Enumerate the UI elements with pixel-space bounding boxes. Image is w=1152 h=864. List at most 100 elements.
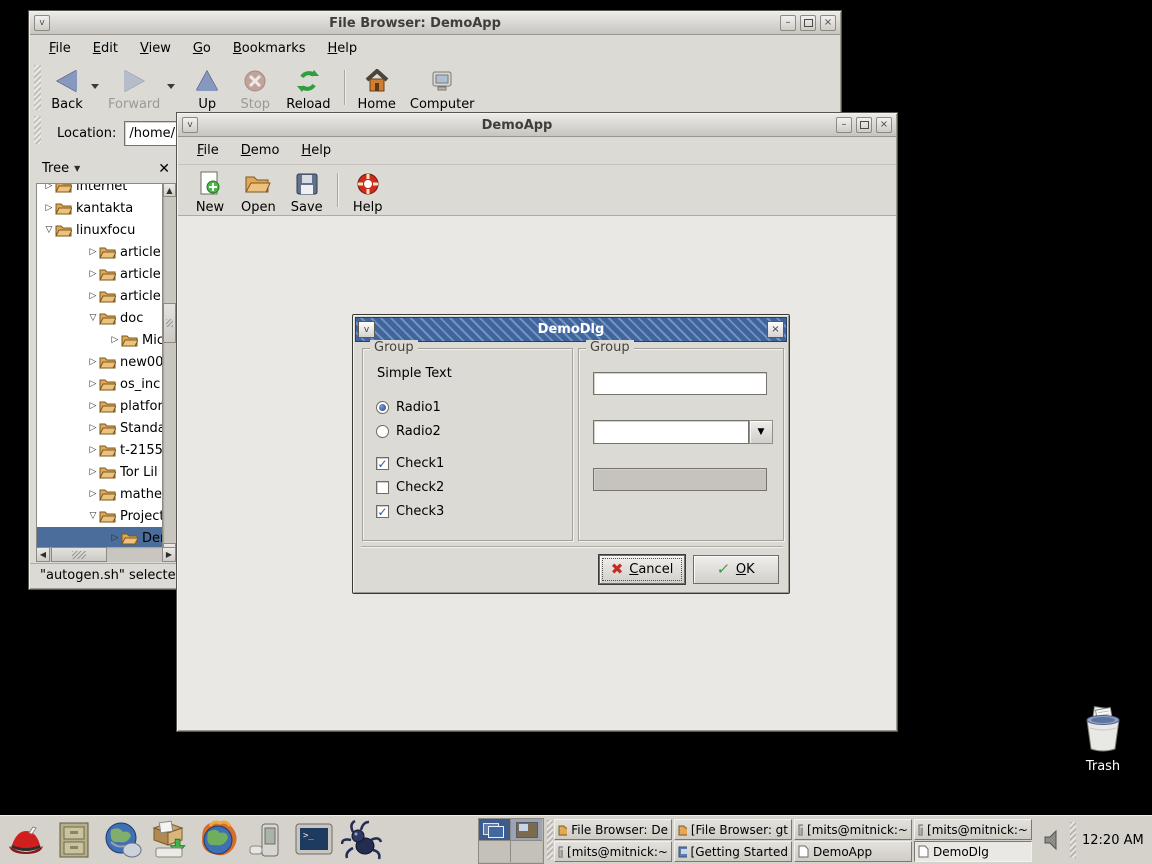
menu-file[interactable]: File (188, 140, 228, 161)
handheld-icon[interactable] (244, 819, 288, 861)
combo-entry[interactable] (593, 420, 749, 444)
task-button--file-browser-gt[interactable]: [File Browser: gt (674, 819, 792, 840)
file-cabinet-icon[interactable] (52, 819, 96, 861)
expander-icon[interactable]: ▷ (87, 489, 99, 499)
open-button[interactable]: Open (234, 165, 283, 219)
window-list-handle[interactable] (547, 820, 553, 860)
tree-item[interactable]: ▽Projects (37, 505, 162, 527)
combo-box[interactable]: ▼ (593, 420, 773, 444)
menu-help[interactable]: Help (292, 140, 340, 161)
minimize-icon[interactable]: – (836, 117, 852, 133)
mail-icon[interactable] (148, 819, 192, 861)
tree-item[interactable]: ▷platfor (37, 395, 162, 417)
workspace-3[interactable] (479, 841, 511, 862)
menu-bookmarks[interactable]: Bookmarks (224, 38, 315, 59)
expander-icon[interactable]: ▷ (109, 335, 121, 345)
workspace-1[interactable] (479, 819, 511, 841)
tree-item[interactable]: ▷internet (37, 183, 162, 197)
tree-item[interactable]: ▽doc (37, 307, 162, 329)
tree-item[interactable]: ▷article (37, 263, 162, 285)
maximize-icon[interactable] (800, 15, 816, 31)
tree-item[interactable]: ▷os_inc (37, 373, 162, 395)
workspace-2[interactable] (511, 819, 542, 841)
up-button[interactable]: Up (183, 62, 231, 116)
window-menu-icon[interactable]: v (182, 117, 198, 133)
workspace-4[interactable] (511, 841, 542, 862)
tree-item[interactable]: ▷Demo (37, 527, 162, 549)
radio1[interactable]: Radio1 (376, 400, 441, 415)
forward-button[interactable]: Forward (101, 62, 167, 116)
reload-button[interactable]: Reload (279, 62, 337, 116)
expander-icon[interactable]: ▷ (87, 467, 99, 477)
tree-item[interactable]: ▷Mic (37, 329, 162, 351)
task-button-demoapp[interactable]: DemoApp (794, 841, 912, 862)
tree-item[interactable]: ▷mathe (37, 483, 162, 505)
side-pane-selector[interactable]: Tree (42, 161, 69, 176)
expander-icon[interactable]: ▷ (87, 423, 99, 433)
tree-item[interactable]: ▷Standa (37, 417, 162, 439)
task-button--mits-mitnick-[interactable]: [mits@mitnick:~ (794, 819, 912, 840)
task-button--mits-mitnick-[interactable]: [mits@mitnick:~ (554, 841, 672, 862)
tree-item[interactable]: ▽linuxfocu (37, 219, 162, 241)
tree-item[interactable]: ▷Tor Lil (37, 461, 162, 483)
web-fire-icon[interactable] (196, 819, 240, 861)
menu-view[interactable]: View (131, 38, 180, 59)
redhat-menu-icon[interactable] (4, 819, 48, 861)
computer-button[interactable]: Computer (403, 62, 482, 116)
web-browser-icon[interactable] (100, 819, 144, 861)
window-menu-icon[interactable]: v (34, 15, 50, 31)
expander-icon[interactable]: ▷ (87, 401, 99, 411)
home-button[interactable]: Home (351, 62, 403, 116)
check2[interactable]: Check2 (376, 480, 444, 495)
location-handle[interactable] (34, 116, 41, 144)
menu-file[interactable]: File (40, 38, 80, 59)
demoapp-titlebar[interactable]: v DemoApp – × (178, 114, 896, 137)
save-button[interactable]: Save (283, 165, 331, 219)
task-button-file-browser-de[interactable]: File Browser: De (554, 819, 672, 840)
check1[interactable]: ✓ Check1 (376, 456, 444, 471)
terminal-icon[interactable]: >_ (292, 819, 336, 861)
check3[interactable]: ✓ Check3 (376, 504, 444, 519)
minimize-icon[interactable]: – (780, 15, 796, 31)
spider-icon[interactable] (340, 819, 384, 861)
expander-icon[interactable]: ▷ (87, 379, 99, 389)
expander-icon[interactable]: ▷ (87, 357, 99, 367)
tree-item[interactable]: ▷article (37, 241, 162, 263)
file-browser-titlebar[interactable]: v File Browser: DemoApp – × (30, 12, 840, 35)
tree-item[interactable]: ▷t-2155 (37, 439, 162, 461)
expander-icon[interactable]: ▷ (87, 269, 99, 279)
close-icon[interactable]: × (767, 321, 784, 338)
expander-icon[interactable]: ▷ (43, 203, 55, 213)
side-pane-close-icon[interactable]: ✕ (158, 161, 170, 177)
tree-item[interactable]: ▷article (37, 285, 162, 307)
maximize-icon[interactable] (856, 117, 872, 133)
text-entry[interactable] (593, 372, 767, 395)
trash-icon[interactable]: Trash (1072, 706, 1134, 774)
menu-help[interactable]: Help (319, 38, 367, 59)
close-icon[interactable]: × (820, 15, 836, 31)
task-button-demodlg[interactable]: DemoDlg (914, 841, 1032, 862)
window-menu-icon[interactable]: v (358, 321, 375, 338)
menu-go[interactable]: Go (184, 38, 220, 59)
speaker-icon[interactable] (1042, 828, 1064, 856)
menu-demo[interactable]: Demo (232, 140, 289, 161)
radio2[interactable]: Radio2 (376, 424, 441, 439)
clock-handle[interactable] (1070, 822, 1076, 858)
toolbar-handle[interactable] (34, 65, 41, 110)
task-button--mits-mitnick-[interactable]: [mits@mitnick:~ (914, 819, 1032, 840)
expander-icon[interactable]: ▷ (87, 247, 99, 257)
expander-icon[interactable]: ▽ (87, 313, 99, 323)
expander-icon[interactable]: ▷ (87, 445, 99, 455)
cancel-button[interactable]: ✖ Cancel (599, 555, 685, 584)
ok-button[interactable]: ✓ OK (693, 555, 779, 584)
expander-icon[interactable]: ▽ (43, 225, 55, 235)
tree-item[interactable]: ▷new00 (37, 351, 162, 373)
help-button[interactable]: Help (344, 165, 392, 219)
forward-dropdown-icon[interactable] (167, 84, 175, 89)
tree-hscrollbar[interactable]: ◀ ▶ (36, 547, 176, 562)
combo-arrow-icon[interactable]: ▼ (749, 420, 773, 444)
task-button--getting-started[interactable]: [Getting Started (674, 841, 792, 862)
tree-item[interactable]: ▷kantakta (37, 197, 162, 219)
close-icon[interactable]: × (876, 117, 892, 133)
back-dropdown-icon[interactable] (91, 84, 99, 89)
